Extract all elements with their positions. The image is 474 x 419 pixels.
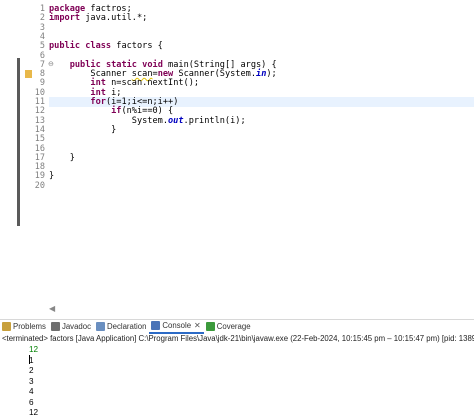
- views-tab-bar: Problems Javadoc Declaration Console ✕ Covera…: [0, 319, 474, 334]
- console-output[interactable]: 12 1 2 3 4 6 12: [0, 345, 474, 417]
- line-number-gutter: 1 2 3 4 5 6 7 ⊖ 8 9 10 11 12 13 14 15 16 17 18 19 20: [21, 0, 54, 318]
- tab-label: Problems: [13, 322, 46, 331]
- line-number: 20: [34, 180, 45, 191]
- tab-label: Declaration: [106, 322, 147, 331]
- tab-declaration[interactable]: Declaration: [94, 321, 149, 333]
- text-cursor: [29, 355, 30, 364]
- console-output-line: 1: [29, 355, 34, 365]
- tab-coverage[interactable]: Coverage: [204, 321, 254, 333]
- coverage-icon: [205, 322, 215, 331]
- console-output-line: 6: [29, 397, 34, 407]
- tab-label: Javadoc: [61, 322, 91, 331]
- console-input-line: 12: [29, 345, 39, 354]
- horizontal-scrollbar[interactable]: ◀: [49, 302, 474, 316]
- at-icon: [50, 322, 60, 331]
- code-area[interactable]: package factros; import java.util.*; publi…: [49, 0, 474, 318]
- code-line[interactable]: [49, 181, 474, 191]
- close-icon[interactable]: ✕: [194, 321, 201, 330]
- code-editor[interactable]: 1 2 3 4 5 6 7 ⊖ 8 9 10 11 12 13 14 15 16 17 18 19 20 package…: [0, 0, 474, 318]
- tab-problems[interactable]: Problems: [0, 321, 49, 333]
- console-output-line: 12: [29, 408, 39, 417]
- overview-ruler-marker: [17, 58, 20, 226]
- declaration-icon: [95, 322, 105, 331]
- console-status-line: <terminated> factors [Java Application] …: [2, 334, 474, 343]
- warning-marker-icon[interactable]: [25, 70, 32, 79]
- console-output-line: 2: [29, 366, 34, 375]
- tab-label: Coverage: [216, 322, 251, 331]
- console-output-line: 3: [29, 376, 34, 386]
- console-icon: [151, 321, 161, 330]
- editor-left-strip: [0, 0, 16, 318]
- scroll-left-arrow-icon[interactable]: ◀: [49, 304, 55, 313]
- tab-javadoc[interactable]: Javadoc: [49, 321, 94, 333]
- console-output-line: 4: [29, 387, 34, 396]
- tab-label: Console: [162, 321, 192, 330]
- problems-icon: [2, 322, 11, 331]
- tab-console[interactable]: Console ✕: [149, 319, 204, 334]
